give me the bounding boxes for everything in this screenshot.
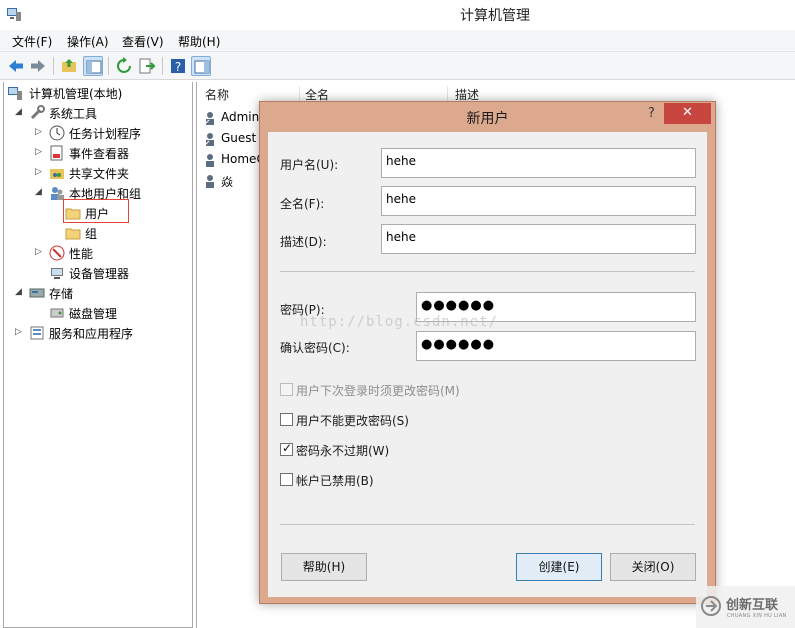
export-list-icon[interactable] bbox=[137, 56, 157, 76]
account-disabled-checkbox[interactable]: 帐户已禁用(B) bbox=[280, 472, 480, 488]
folder-icon bbox=[65, 225, 81, 241]
description-field[interactable]: hehe bbox=[381, 224, 696, 254]
window-title: 计算机管理 bbox=[460, 8, 530, 24]
separator bbox=[280, 271, 695, 272]
menu-bar: 文件(F) 操作(A) 查看(V) 帮助(H) bbox=[0, 30, 795, 52]
disk-icon bbox=[49, 305, 65, 321]
username-label: 用户名(U): bbox=[280, 158, 339, 172]
collapsed-arrow-icon[interactable]: ▷ bbox=[15, 327, 25, 337]
help-icon[interactable]: ? bbox=[168, 56, 188, 76]
forward-arrow-icon[interactable] bbox=[28, 56, 48, 76]
menu-action[interactable]: 操作(A) bbox=[67, 33, 109, 50]
title-bar: 计算机管理 bbox=[0, 0, 795, 30]
checkbox-box[interactable] bbox=[280, 473, 293, 486]
new-user-dialog: 新用户 ? ✕ 用户名(U): hehe 全名(F): hehe 描述(D): … bbox=[259, 101, 716, 604]
menu-help[interactable]: 帮助(H) bbox=[178, 33, 220, 50]
up-folder-icon[interactable] bbox=[59, 56, 79, 76]
services-icon bbox=[29, 325, 45, 341]
computer-management-icon bbox=[7, 85, 23, 101]
checkbox-box[interactable]: ✓ bbox=[280, 441, 293, 456]
create-button[interactable]: 创建(E) bbox=[516, 553, 602, 581]
brand-subtitle: CHUANG XIN HU LIAN bbox=[727, 613, 787, 619]
checkbox-box[interactable] bbox=[280, 413, 293, 426]
checkmark-icon: ✓ bbox=[282, 441, 293, 455]
show-hide-action-pane-icon[interactable] bbox=[191, 56, 211, 76]
clock-icon bbox=[49, 125, 65, 141]
expanded-arrow-icon[interactable]: ◢ bbox=[15, 107, 25, 117]
dialog-title: 新用户 bbox=[466, 111, 509, 127]
confirm-password-field[interactable]: ●●●●●● bbox=[416, 331, 696, 361]
refresh-icon[interactable] bbox=[114, 56, 134, 76]
device-manager-icon bbox=[49, 265, 65, 281]
cannot-change-password-checkbox[interactable]: 用户不能更改密码(S) bbox=[280, 412, 480, 428]
password-never-expires-checkbox[interactable]: ✓ 密码永不过期(W) bbox=[280, 441, 480, 458]
performance-icon bbox=[49, 245, 65, 261]
collapsed-arrow-icon[interactable]: ▷ bbox=[35, 127, 45, 137]
tools-icon bbox=[29, 105, 45, 121]
menu-file[interactable]: 文件(F) bbox=[12, 33, 52, 50]
dialog-body: 用户名(U): hehe 全名(F): hehe 描述(D): hehe 密码(… bbox=[268, 132, 707, 597]
collapsed-arrow-icon[interactable]: ▷ bbox=[35, 167, 45, 177]
user-icon bbox=[203, 152, 219, 168]
collapsed-arrow-icon[interactable]: ▷ bbox=[35, 247, 45, 257]
svg-text:?: ? bbox=[175, 60, 181, 74]
help-button[interactable]: 帮助(H) bbox=[281, 553, 367, 581]
console-tree: 计算机管理(本地) ◢ 系统工具 ▷ 任务计划程序 ▷ 事件查看器 ▷ 共享文件… bbox=[3, 82, 193, 628]
fullname-label: 全名(F): bbox=[280, 197, 325, 211]
toolbar: ? bbox=[0, 52, 795, 80]
dialog-help-icon[interactable]: ? bbox=[648, 106, 655, 121]
must-change-password-checkbox[interactable]: 用户下次登录时须更改密码(M) bbox=[280, 382, 540, 398]
user-icon bbox=[203, 110, 219, 126]
description-label: 描述(D): bbox=[280, 235, 327, 249]
menu-view[interactable]: 查看(V) bbox=[122, 33, 164, 50]
shared-folder-icon bbox=[49, 165, 65, 181]
close-button[interactable]: 关闭(O) bbox=[610, 553, 696, 581]
confirm-password-label: 确认密码(C): bbox=[280, 341, 350, 355]
separator bbox=[280, 524, 695, 525]
checkbox-box[interactable] bbox=[280, 383, 293, 396]
storage-icon bbox=[29, 285, 45, 301]
expanded-arrow-icon[interactable]: ◢ bbox=[15, 287, 25, 297]
dialog-close-icon[interactable]: ✕ bbox=[664, 103, 711, 124]
user-icon bbox=[203, 131, 219, 147]
selection-highlight bbox=[63, 199, 129, 223]
event-viewer-icon bbox=[49, 145, 65, 161]
column-header-name[interactable]: 名称 bbox=[205, 86, 229, 106]
collapsed-arrow-icon[interactable]: ▷ bbox=[35, 147, 45, 157]
brand-name: 创新互联 bbox=[726, 598, 779, 613]
username-field[interactable]: hehe bbox=[381, 148, 696, 178]
brand-watermark: 创新互联 CHUANG XIN HU LIAN bbox=[696, 586, 795, 628]
watermark-text: http://blog.csdn.net/ bbox=[300, 314, 499, 330]
show-hide-console-tree-icon[interactable] bbox=[83, 56, 103, 76]
fullname-field[interactable]: hehe bbox=[381, 186, 696, 216]
user-icon bbox=[203, 173, 219, 189]
expanded-arrow-icon[interactable]: ◢ bbox=[35, 187, 45, 197]
brand-logo-icon bbox=[700, 595, 722, 617]
back-arrow-icon[interactable] bbox=[6, 56, 26, 76]
